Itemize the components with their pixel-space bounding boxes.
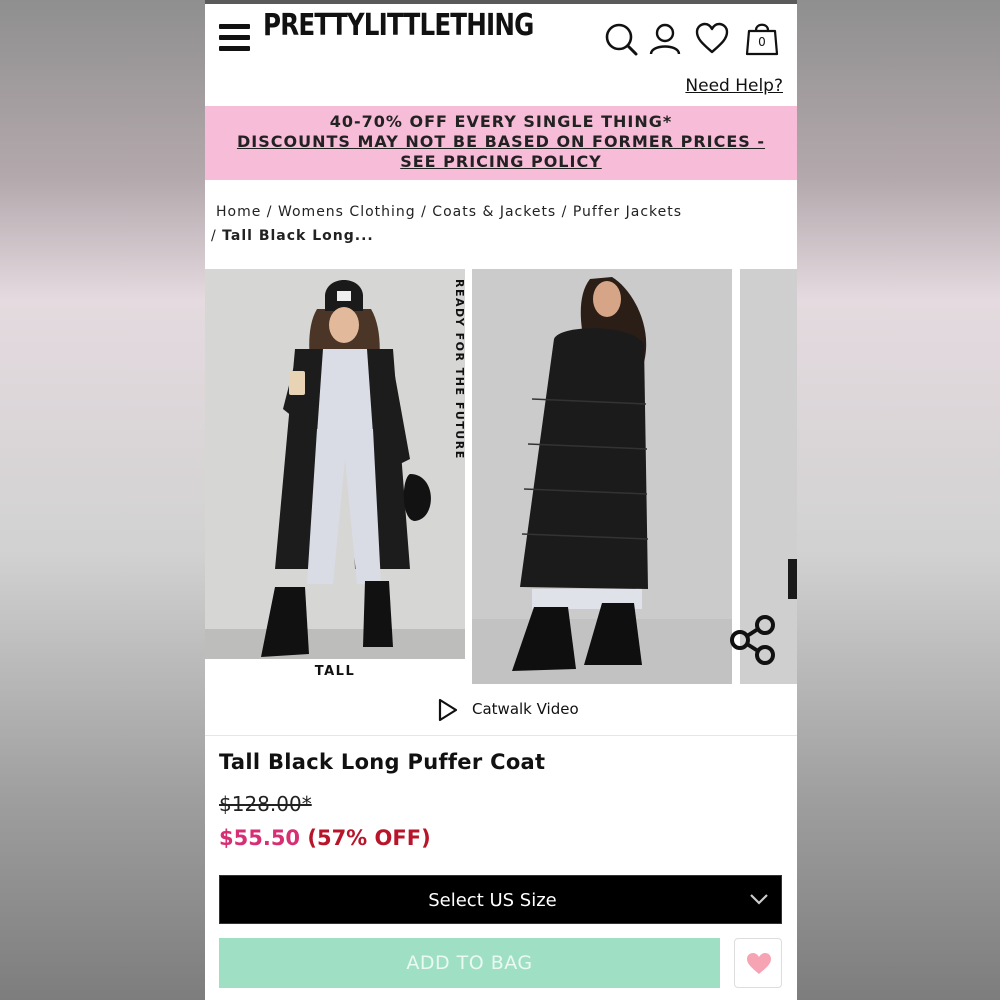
promo-banner[interactable]: 40-70% OFF EVERY SINGLE THING* DISCOUNTS… — [205, 106, 797, 180]
catwalk-video-button[interactable]: Catwalk Video — [205, 685, 797, 736]
bag-button[interactable]: 0 — [745, 20, 779, 56]
size-select[interactable]: Select US Size — [219, 875, 782, 924]
product-title: Tall Black Long Puffer Coat — [219, 750, 546, 774]
product-image-front[interactable]: READY FOR THE FUTURE TALL — [205, 269, 465, 684]
product-image-back[interactable] — [472, 269, 732, 684]
chevron-down-icon — [750, 894, 768, 905]
breadcrumb-puffer-jackets[interactable]: Puffer Jackets — [573, 204, 682, 220]
heart-icon — [747, 953, 771, 974]
product-image-gallery[interactable]: READY FOR THE FUTURE TALL — [205, 269, 797, 684]
ready-for-future-label: READY FOR THE FUTURE — [453, 279, 465, 460]
pricing-policy-link[interactable]: DISCOUNTS MAY NOT BE BASED ON FORMER PRI… — [205, 132, 797, 172]
need-help-link[interactable]: Need Help? — [685, 76, 783, 96]
breadcrumb-home[interactable]: Home — [216, 204, 261, 220]
add-to-wishlist-button[interactable] — [734, 938, 782, 988]
size-select-label: Select US Size — [428, 890, 557, 911]
site-logo[interactable]: PRETTYLITTLETHING — [263, 8, 534, 43]
tall-badge: TALL — [205, 659, 465, 684]
sale-price: $55.50 (57% OFF) — [219, 826, 431, 850]
original-price: $128.00* — [219, 792, 312, 816]
product-page: PRETTYLITTLETHING 0 Need Help? 40-70% OF… — [205, 0, 797, 1000]
bag-count: 0 — [758, 35, 766, 49]
discount-percent: (57% OFF) — [307, 826, 431, 850]
current-price: $55.50 — [219, 826, 301, 850]
add-to-bag-button[interactable]: ADD TO BAG — [219, 938, 720, 988]
breadcrumb-coats-jackets[interactable]: Coats & Jackets — [432, 204, 556, 220]
share-icon[interactable] — [728, 614, 780, 666]
account-icon[interactable] — [648, 22, 682, 56]
wishlist-icon[interactable] — [695, 22, 729, 56]
site-header: PRETTYLITTLETHING 0 Need Help? — [205, 4, 797, 104]
search-icon[interactable] — [604, 22, 638, 56]
breadcrumb-womens-clothing[interactable]: Womens Clothing — [278, 204, 416, 220]
breadcrumb-current: Tall Black Long... — [222, 228, 374, 244]
play-icon — [438, 698, 458, 722]
breadcrumb: Home / Womens Clothing / Coats & Jackets… — [211, 204, 683, 244]
menu-icon[interactable] — [219, 24, 251, 52]
promo-headline: 40-70% OFF EVERY SINGLE THING* — [329, 112, 673, 131]
catwalk-video-label: Catwalk Video — [472, 700, 579, 718]
